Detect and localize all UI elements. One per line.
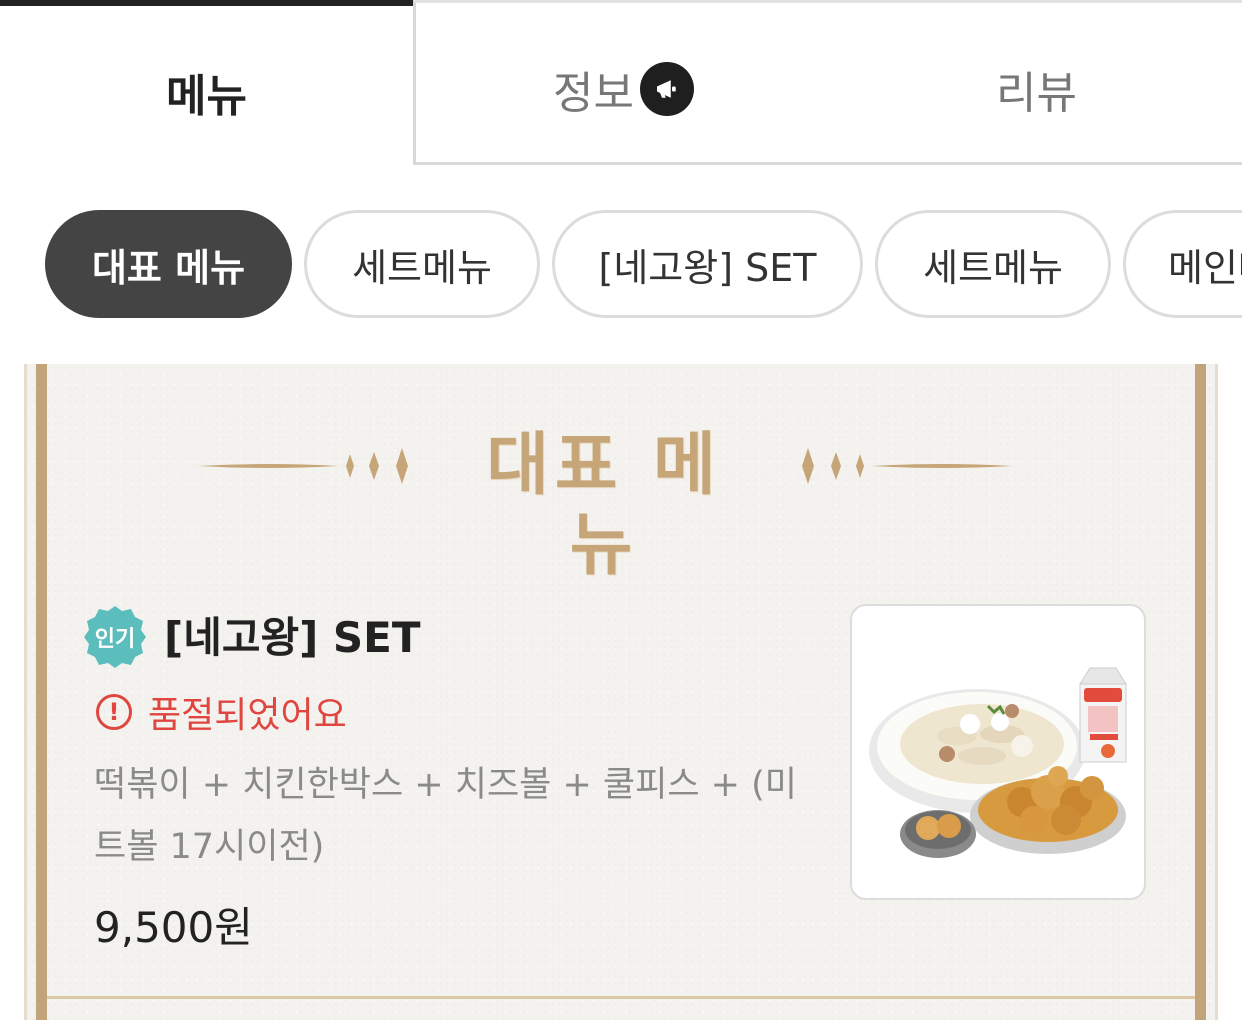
chip-negowang-set[interactable]: [네고왕] SET xyxy=(552,210,863,318)
food-photo-icon xyxy=(869,667,1127,858)
ornament-right-icon xyxy=(802,448,1012,484)
megaphone-icon xyxy=(639,61,694,116)
chip-set-menu[interactable]: 세트메뉴 xyxy=(304,210,540,318)
chip-set-menu-2[interactable]: 세트메뉴 xyxy=(875,210,1111,318)
popular-badge-label: 인기 xyxy=(94,627,136,652)
alert-circle-icon: ! xyxy=(96,694,132,730)
tab-menu[interactable]: 메뉴 xyxy=(0,0,413,165)
ornament-left-icon xyxy=(198,448,408,484)
chip-main-menu[interactable]: 메인메뉴 xyxy=(1123,210,1242,318)
tab-review-label: 리뷰 xyxy=(996,67,1077,119)
signature-menu-panel: 대표 메뉴 인기 [네고왕] SET ! 품절되었어요 떡볶이 + 치킨한박스 … xyxy=(24,364,1218,1020)
tab-info-label: 정보 xyxy=(553,67,634,119)
tab-info[interactable]: 정보 xyxy=(413,0,831,165)
item-description: 떡볶이 + 치킨한박스 + 치즈볼 + 쿨피스 + (미트볼 17시이전) xyxy=(94,765,797,867)
top-tabs: 메뉴 정보 리뷰 xyxy=(0,0,1242,165)
divider xyxy=(47,996,1195,999)
item-image[interactable] xyxy=(850,604,1146,900)
tab-menu-label: 메뉴 xyxy=(166,70,247,122)
section-header: 대표 메뉴 xyxy=(24,426,1218,585)
category-chips: 대표 메뉴 세트메뉴 [네고왕] SET 세트메뉴 메인메뉴 xyxy=(0,210,1242,318)
tab-review[interactable]: 리뷰 xyxy=(831,0,1242,165)
section-title: 대표 메뉴 xyxy=(486,426,722,585)
chip-signature[interactable]: 대표 메뉴 xyxy=(45,210,292,318)
soldout-label: 품절되었어요 xyxy=(148,695,347,736)
item-price: 9,500원 xyxy=(94,903,253,952)
item-name: [네고왕] SET xyxy=(164,613,421,662)
soldout-status: ! 품절되었어요 xyxy=(94,686,347,738)
